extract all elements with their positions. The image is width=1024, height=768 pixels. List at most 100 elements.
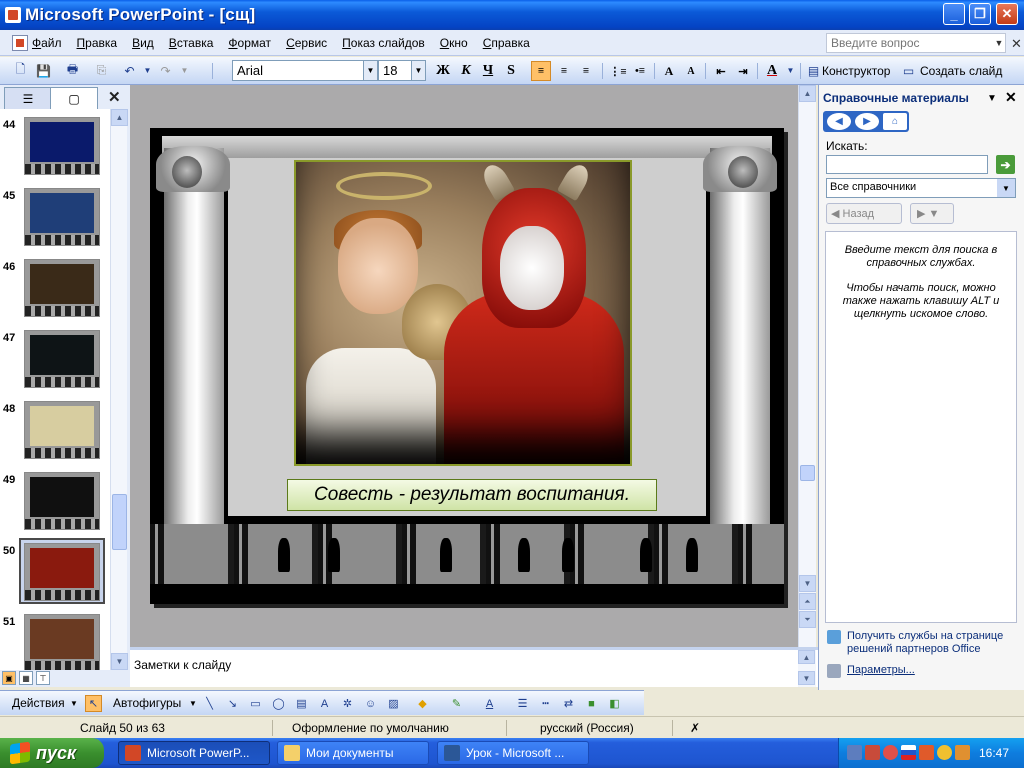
scroll-down-icon[interactable]: ▼: [799, 575, 816, 592]
thumbnail-image[interactable]: [24, 401, 100, 459]
panel-close-button[interactable]: ✕: [108, 88, 121, 106]
normal-view-icon[interactable]: ▣: [2, 671, 16, 685]
scroll-up-icon[interactable]: ▲: [111, 109, 128, 126]
slide-thumbnail-49[interactable]: 49: [0, 472, 110, 543]
menu-slideshow[interactable]: Показ слайдов: [342, 36, 425, 50]
slide-thumbnail-51[interactable]: 51: [0, 614, 110, 670]
autoshapes-menu[interactable]: Автофигуры: [113, 696, 181, 710]
redo-dropdown-icon[interactable]: ▼: [176, 62, 193, 79]
security-icon[interactable]: [955, 745, 970, 760]
menu-help[interactable]: Справка: [483, 36, 530, 50]
parameters-link[interactable]: Параметры...: [847, 664, 915, 677]
slideshow-icon[interactable]: ⊤: [36, 671, 50, 685]
bulleted-list-icon[interactable]: •≡: [630, 61, 650, 81]
scroll-down-icon[interactable]: ▼: [798, 671, 815, 685]
designer-icon[interactable]: ▤: [805, 62, 822, 79]
next-slide-icon[interactable]: ⏷: [799, 611, 816, 628]
wordart-icon[interactable]: A: [316, 695, 333, 712]
angel-devil-photo[interactable]: [294, 160, 632, 466]
mail-icon[interactable]: [883, 745, 898, 760]
menu-view[interactable]: Вид: [132, 36, 154, 50]
numbered-list-icon[interactable]: ⋮≡: [608, 61, 628, 81]
redo-icon[interactable]: ↷: [157, 62, 174, 79]
new-slide-button[interactable]: Создать слайд: [920, 64, 1002, 78]
underline-button[interactable]: Ч: [478, 61, 498, 81]
thumbnail-image[interactable]: [24, 614, 100, 670]
scroll-thumb[interactable]: [112, 494, 127, 550]
slides-scrollbar[interactable]: ▲ ▼: [110, 109, 128, 670]
search-go-button[interactable]: ➔: [996, 155, 1015, 174]
spelling-check-icon[interactable]: ✗: [690, 721, 700, 735]
slide-thumbnail-44[interactable]: 44: [0, 117, 110, 188]
antivirus-icon[interactable]: [919, 745, 934, 760]
thumbnail-image[interactable]: [24, 330, 100, 388]
taskbar-item-documents[interactable]: Мои документы: [277, 741, 429, 765]
back-button[interactable]: ◀ Назад: [826, 203, 902, 224]
powerpoint-app-icon[interactable]: [5, 7, 21, 23]
minimize-button[interactable]: _: [943, 3, 965, 25]
font-color-icon[interactable]: A: [762, 61, 782, 81]
menu-file[interactable]: Файл: [32, 36, 62, 50]
actions-menu[interactable]: Действия: [12, 696, 65, 710]
font-name-dropdown-icon[interactable]: ▼: [364, 60, 378, 81]
notes-placeholder[interactable]: Заметки к слайду: [134, 658, 231, 672]
menu-format[interactable]: Формат: [228, 36, 271, 50]
slide-thumbnail-47[interactable]: 47: [0, 330, 110, 401]
references-dropdown-icon[interactable]: ▼: [997, 179, 1015, 197]
back-arrow-icon[interactable]: ◀: [827, 113, 851, 130]
references-select[interactable]: Все справочники: [826, 178, 1016, 198]
align-center-icon[interactable]: ≡: [554, 61, 574, 81]
picture-icon[interactable]: ▨: [385, 695, 402, 712]
slide-thumbnail-50[interactable]: 50: [0, 538, 110, 614]
print-icon[interactable]: 🖶: [64, 62, 81, 79]
undo-dropdown-icon[interactable]: ▼: [139, 62, 156, 79]
undo-icon[interactable]: ↶: [121, 62, 138, 79]
menu-insert[interactable]: Вставка: [169, 36, 214, 50]
clipart-icon[interactable]: ☺: [362, 695, 379, 712]
textbox-icon[interactable]: ▤: [293, 695, 310, 712]
copy-icon[interactable]: ⎘: [93, 62, 110, 79]
font-color-draw-icon[interactable]: A: [481, 695, 498, 712]
tab-outline[interactable]: ☰: [4, 87, 52, 109]
slide-thumbnail-46[interactable]: 46: [0, 259, 110, 330]
designer-button[interactable]: Конструктор: [822, 64, 890, 78]
select-pointer-icon[interactable]: ↖: [85, 695, 102, 712]
previous-slide-icon[interactable]: ⏶: [799, 593, 816, 610]
diagram-icon[interactable]: ✲: [339, 695, 356, 712]
font-color-dropdown-icon[interactable]: ▼: [782, 62, 799, 79]
search-input[interactable]: [826, 155, 988, 174]
taskbar-item-word[interactable]: Урок - Microsoft ...: [437, 741, 589, 765]
start-button[interactable]: пуск: [0, 738, 104, 768]
save-icon[interactable]: 💾: [35, 62, 52, 79]
thumbnail-image[interactable]: [24, 543, 100, 601]
menu-window[interactable]: Окно: [440, 36, 468, 50]
document-icon[interactable]: [12, 34, 28, 51]
network-icon[interactable]: [847, 745, 862, 760]
maximize-button[interactable]: ❐: [969, 3, 991, 25]
decrease-font-icon[interactable]: A: [681, 61, 701, 81]
autoshapes-dropdown-icon[interactable]: ▼: [189, 699, 197, 708]
task-pane-menu-icon[interactable]: ▼: [987, 93, 997, 104]
shadow-button[interactable]: S: [501, 61, 521, 81]
help-question-input[interactable]: [826, 33, 1006, 53]
line-color-icon[interactable]: ✎: [448, 695, 465, 712]
scroll-down-icon[interactable]: ▼: [111, 653, 128, 670]
increase-font-icon[interactable]: A: [659, 61, 679, 81]
rectangle-icon[interactable]: ▭: [247, 695, 264, 712]
thumbnail-image[interactable]: [24, 472, 100, 530]
current-slide[interactable]: Совесть - результат воспитания.: [150, 128, 784, 604]
home-icon[interactable]: ⌂: [883, 113, 907, 130]
task-pane-title[interactable]: Справочные материалы: [823, 91, 969, 105]
menu-tools[interactable]: Сервис: [286, 36, 327, 50]
thumbnail-image[interactable]: [24, 259, 100, 317]
scroll-up-icon[interactable]: ▲: [798, 650, 815, 664]
notes-pane[interactable]: Заметки к слайду: [130, 647, 818, 687]
language-flag-icon[interactable]: [901, 745, 916, 760]
clock[interactable]: 16:47: [979, 746, 1009, 760]
tab-slides[interactable]: ▢: [50, 87, 98, 109]
align-right-icon[interactable]: ≡: [576, 61, 596, 81]
new-slide-icon[interactable]: ▭: [900, 62, 917, 79]
shadow-style-icon[interactable]: ■: [583, 695, 600, 712]
update-icon[interactable]: [937, 745, 952, 760]
scroll-up-icon[interactable]: ▲: [799, 85, 816, 102]
